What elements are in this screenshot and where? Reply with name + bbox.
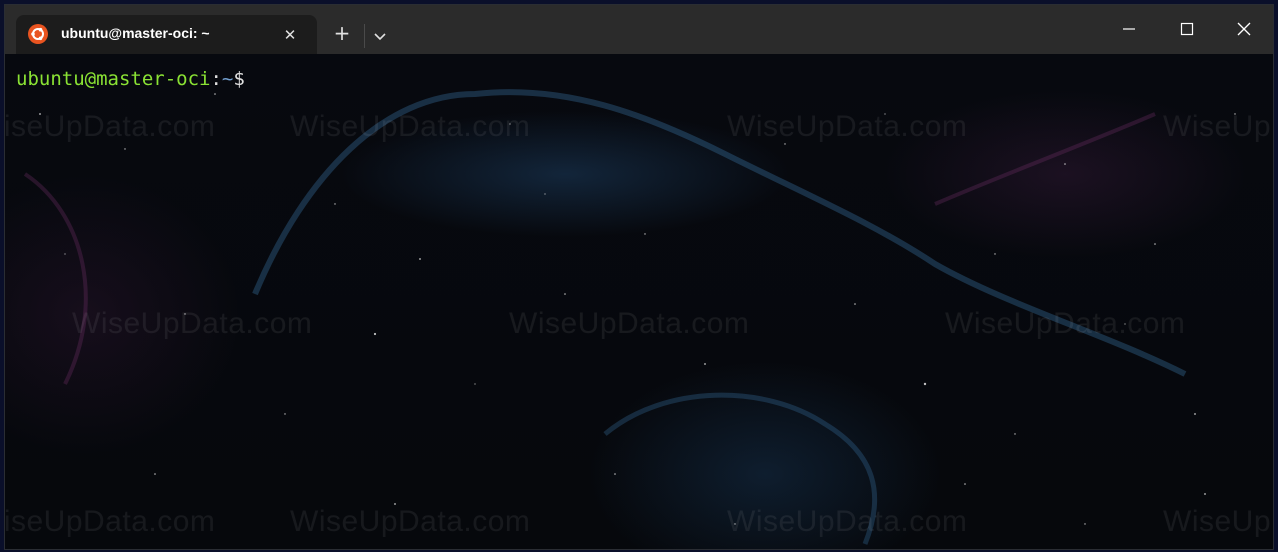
prompt-path: ~ [221,68,234,90]
watermark: WiseUpData.com [727,505,968,538]
watermark: WiseUpData.com [290,110,531,143]
watermark: WiseUpData.com [290,505,531,538]
watermark: WiseUpData.com [5,505,216,538]
tab-title: ubuntu@master-oci: ~ [61,25,210,41]
prompt-user-host: ubuntu@master-oci [16,68,211,90]
prompt-symbol: $ [233,68,245,90]
minimize-icon [1123,28,1135,30]
title-bar[interactable]: ubuntu@master-oci: ~ ✕ + [5,5,1273,54]
close-icon [1237,22,1251,36]
close-window-button[interactable] [1221,13,1267,45]
minimize-button[interactable] [1106,13,1152,45]
maximize-button[interactable] [1164,13,1210,45]
prompt-colon: : [210,68,222,90]
tab-ubuntu[interactable]: ubuntu@master-oci: ~ ✕ [16,15,317,54]
tab-close-button[interactable]: ✕ [279,24,301,46]
maximize-icon [1180,22,1194,36]
watermark: WiseUpData.com [1163,505,1273,538]
watermark: WiseUpData.com [727,110,968,143]
watermark: WiseUpData.com [72,307,313,340]
chevron-down-icon [374,33,386,41]
watermark-layer: WiseUpData.com WiseUpData.com WiseUpData… [5,54,1273,549]
watermark: WiseUpData.com [1163,110,1273,143]
text-cursor [245,68,255,88]
terminal-window: ubuntu@master-oci: ~ ✕ + iseUpData.com W… [5,5,1273,549]
tab-separator [364,24,365,48]
watermark: WiseUpData.com [509,307,750,340]
terminal-content[interactable]: WiseUpData.com WiseUpData.com WiseUpData… [5,54,1273,549]
watermark: WiseUpData.com [945,307,1186,340]
new-tab-button[interactable]: + [328,23,356,47]
shell-prompt[interactable]: ubuntu@master-oci:~$ [16,68,255,90]
tab-dropdown-button[interactable] [368,23,392,47]
watermark: WiseUpData.com [5,110,216,143]
ubuntu-icon [28,24,48,44]
